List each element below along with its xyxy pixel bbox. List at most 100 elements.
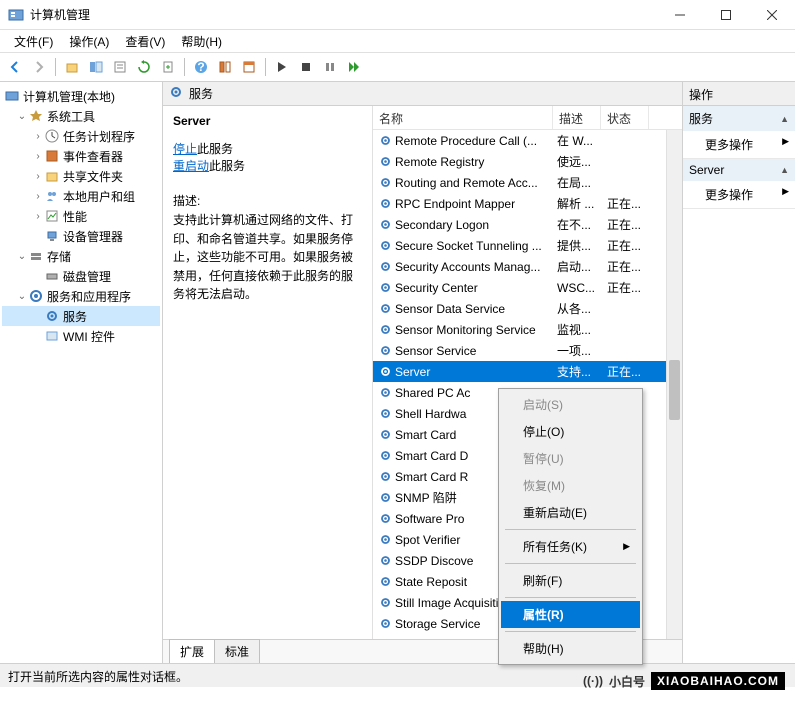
tree-task-scheduler[interactable]: ›任务计划程序: [2, 126, 160, 146]
menu-bar: 文件(F) 操作(A) 查看(V) 帮助(H): [0, 30, 795, 52]
ctx-all-tasks[interactable]: 所有任务(K)▶: [501, 533, 640, 560]
menu-view[interactable]: 查看(V): [117, 31, 173, 52]
gear-icon: [169, 85, 183, 102]
tree-storage[interactable]: ⌄存储: [2, 246, 160, 266]
tab-extended[interactable]: 扩展: [169, 639, 215, 663]
tree-root[interactable]: 计算机管理(本地): [2, 86, 160, 106]
actions-server-section[interactable]: Server▲: [683, 159, 795, 181]
show-hide-tree-button[interactable]: [85, 56, 107, 78]
service-row[interactable]: Sensor Data Service从各...: [373, 298, 682, 319]
gear-icon: [377, 218, 393, 231]
forward-button[interactable]: [28, 56, 50, 78]
export-button[interactable]: [157, 56, 179, 78]
tree-disk-management[interactable]: 磁盘管理: [2, 266, 160, 286]
scrollbar-thumb[interactable]: [669, 360, 680, 420]
tree-shared-folders[interactable]: ›共享文件夹: [2, 166, 160, 186]
collapse-icon: ▲: [780, 114, 789, 124]
service-row[interactable]: RPC Endpoint Mapper解析 ...正在...: [373, 193, 682, 214]
service-row[interactable]: Security CenterWSC...正在...: [373, 277, 682, 298]
col-status[interactable]: 状态: [601, 106, 649, 129]
service-desc: 在 W...: [557, 132, 607, 149]
ctx-help[interactable]: 帮助(H): [501, 635, 640, 662]
gear-icon: [377, 155, 393, 168]
minimize-button[interactable]: [657, 0, 703, 30]
ctx-resume[interactable]: 恢复(M): [501, 472, 640, 499]
tree-label: 事件查看器: [63, 148, 123, 165]
stop-link[interactable]: 停止: [173, 142, 197, 156]
service-desc: 支持...: [557, 363, 607, 380]
ctx-properties[interactable]: 属性(R): [501, 601, 640, 628]
tree-event-viewer[interactable]: ›事件查看器: [2, 146, 160, 166]
gear-icon: [377, 449, 393, 462]
service-desc: WSC...: [557, 281, 607, 295]
tree-wmi[interactable]: WMI 控件: [2, 326, 160, 346]
ctx-pause[interactable]: 暂停(U): [501, 445, 640, 472]
tree-local-users[interactable]: ›本地用户和组: [2, 186, 160, 206]
tab-standard[interactable]: 标准: [214, 639, 260, 663]
service-status: 正在...: [607, 216, 655, 233]
title-bar: 计算机管理: [0, 0, 795, 30]
gear-icon: [377, 239, 393, 252]
menu-file[interactable]: 文件(F): [6, 31, 61, 52]
vertical-scrollbar[interactable]: [666, 130, 682, 639]
restart-link[interactable]: 重启动: [173, 159, 209, 173]
ctx-refresh[interactable]: 刷新(F): [501, 567, 640, 594]
navigation-tree[interactable]: 计算机管理(本地) ⌄系统工具 ›任务计划程序 ›事件查看器 ›共享文件夹 ›本…: [0, 82, 163, 663]
gear-icon: [377, 365, 393, 378]
tree-system-tools[interactable]: ⌄系统工具: [2, 106, 160, 126]
service-name: Secondary Logon: [393, 218, 557, 232]
ctx-restart[interactable]: 重新启动(E): [501, 499, 640, 526]
service-name: Sensor Monitoring Service: [393, 323, 557, 337]
gear-icon: [377, 554, 393, 567]
service-row[interactable]: Routing and Remote Acc...在局...: [373, 172, 682, 193]
close-button[interactable]: [749, 0, 795, 30]
service-name: Server: [393, 365, 557, 379]
service-row[interactable]: Sensor Service一项...: [373, 340, 682, 361]
back-button[interactable]: [4, 56, 26, 78]
service-desc: 提供...: [557, 237, 607, 254]
tree-performance[interactable]: ›性能: [2, 206, 160, 226]
menu-action[interactable]: 操作(A): [61, 31, 117, 52]
service-row[interactable]: Secondary Logon在不...正在...: [373, 214, 682, 235]
maximize-button[interactable]: [703, 0, 749, 30]
service-row[interactable]: Remote Procedure Call (...在 W...: [373, 130, 682, 151]
pause-button[interactable]: [319, 56, 341, 78]
service-row[interactable]: Remote Registry使远...: [373, 151, 682, 172]
up-button[interactable]: [61, 56, 83, 78]
column-button-2[interactable]: [238, 56, 260, 78]
actions-more-2[interactable]: 更多操作 ▶: [683, 181, 795, 208]
properties-button[interactable]: [109, 56, 131, 78]
service-name: Remote Registry: [393, 155, 557, 169]
column-button-1[interactable]: [214, 56, 236, 78]
stop-button[interactable]: [295, 56, 317, 78]
ctx-stop[interactable]: 停止(O): [501, 418, 640, 445]
tree-services[interactable]: 服务: [2, 306, 160, 326]
service-row[interactable]: Server支持...正在...: [373, 361, 682, 382]
play-button[interactable]: [271, 56, 293, 78]
description-label: 描述:: [173, 192, 362, 209]
service-status: 正在...: [607, 363, 655, 380]
actions-more-1[interactable]: 更多操作 ▶: [683, 131, 795, 158]
ctx-start[interactable]: 启动(S): [501, 391, 640, 418]
service-row[interactable]: Sensor Monitoring Service监视...: [373, 319, 682, 340]
service-status: 正在...: [607, 279, 655, 296]
restart-button[interactable]: [343, 56, 365, 78]
help-button[interactable]: ?: [190, 56, 212, 78]
tree-label: 任务计划程序: [63, 128, 135, 145]
tree-label: 本地用户和组: [63, 188, 135, 205]
col-name[interactable]: 名称: [373, 106, 553, 129]
menu-help[interactable]: 帮助(H): [173, 31, 230, 52]
service-desc: 解析 ...: [557, 195, 607, 212]
tree-device-manager[interactable]: 设备管理器: [2, 226, 160, 246]
service-row[interactable]: Security Accounts Manag...启动...正在...: [373, 256, 682, 277]
service-row[interactable]: Secure Socket Tunneling ...提供...正在...: [373, 235, 682, 256]
tree-services-apps[interactable]: ⌄服务和应用程序: [2, 286, 160, 306]
service-name: Security Center: [393, 281, 557, 295]
refresh-button[interactable]: [133, 56, 155, 78]
col-desc[interactable]: 描述: [553, 106, 601, 129]
service-desc: 从各...: [557, 300, 607, 317]
toolbar: ?: [0, 52, 795, 82]
gear-icon: [377, 596, 393, 609]
actions-services-section[interactable]: 服务▲: [683, 106, 795, 131]
tree-root-label: 计算机管理(本地): [23, 88, 115, 105]
